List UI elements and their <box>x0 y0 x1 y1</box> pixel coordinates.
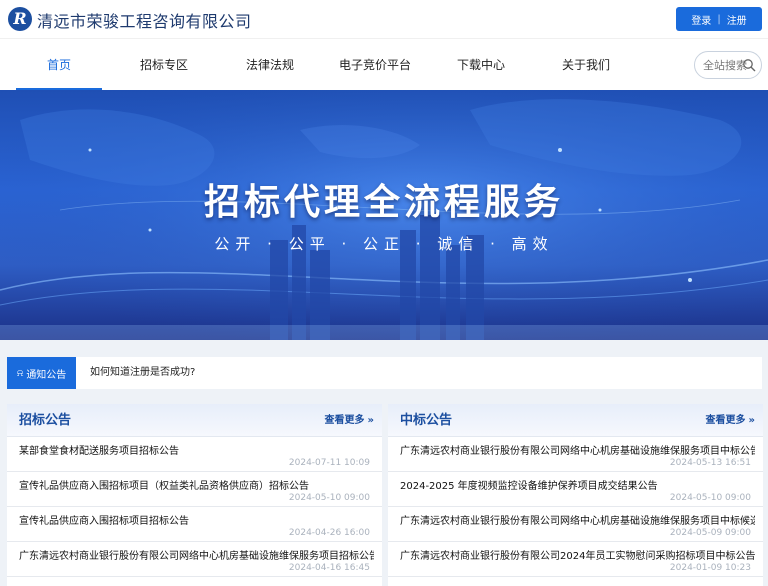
tender-announcements-panel: 招标公告 查看更多» 某部食堂食材配送服务项目招标公告 2024-07-11 1… <box>7 404 382 586</box>
list-item-date: 2024-04-16 16:45 <box>288 563 370 573</box>
list-item-date: 2024-05-09 09:00 <box>669 528 751 538</box>
list-item[interactable]: 广东清远农村商业银行股份有限公司网络中心机房基础设施维保服务项目中标公告 202… <box>388 437 763 472</box>
bell-icon: ⍾ <box>16 367 24 379</box>
list-item-date: 2024-05-10 09:00 <box>288 493 370 503</box>
company-logo[interactable]: R <box>8 7 32 31</box>
list-item-title[interactable]: 某部食堂食材配送服务项目招标公告 <box>19 442 374 457</box>
company-name: 清远市荣骏工程咨询有限公司 <box>37 12 252 31</box>
double-chevron-right-icon: » <box>748 415 755 426</box>
panel-header: 招标公告 查看更多» <box>7 404 382 437</box>
list-item-title[interactable]: 2024-2025 年度视频监控设备维护保养项目成交结果公告 <box>400 477 755 492</box>
list-item-date: 2024-05-10 09:00 <box>669 493 751 503</box>
award-announcements-panel: 中标公告 查看更多» 广东清远农村商业银行股份有限公司网络中心机房基础设施维保服… <box>388 404 763 586</box>
register-button[interactable]: 注册 <box>721 12 753 27</box>
nav-item-home[interactable]: 首页 <box>16 39 102 91</box>
view-more-link[interactable]: 查看更多» <box>706 404 755 437</box>
banner-title: 招标代理全流程服务 <box>203 182 564 223</box>
list-item-title[interactable]: 广东清远农村商业银行股份有限公司网络中心机房基础设施维保服务项目中标候选人公示 <box>400 512 755 527</box>
nav-item-bidding-platform[interactable]: 电子竞价平台 <box>332 39 418 91</box>
view-more-label: 查看更多 <box>324 415 365 426</box>
list-item-date: 2024-01-09 10:23 <box>669 563 751 573</box>
list-item[interactable]: 2024-2025 年度视频监控设备维护保养项目成交结果公告 2024-05-1… <box>388 472 763 507</box>
double-chevron-right-icon: » <box>367 415 374 426</box>
auth-separator: | <box>717 13 721 25</box>
site-header: R 清远市荣骏工程咨询有限公司 登录 | 注册 <box>0 0 768 38</box>
view-more-link[interactable]: 查看更多» <box>325 404 374 437</box>
notice-bar: ⍾ 通知公告 如何知道注册是否成功? <box>7 357 762 389</box>
logo-letter: R <box>13 9 27 28</box>
list-item[interactable]: 广东清远农村商业银行股份有限公司网络中心机房基础设施维保服务项目招标公告 202… <box>7 542 382 577</box>
list-item-date: 2024-04-26 16:00 <box>288 528 370 538</box>
list-item[interactable]: 宣传礼品供应商入围招标项目招标公告 2024-04-26 16:00 <box>7 507 382 542</box>
notice-link[interactable]: 如何知道注册是否成功? <box>90 357 195 389</box>
list-item[interactable]: 宣传礼品供应商入围招标项目（权益类礼品资格供应商）招标公告 2024-05-10… <box>7 472 382 507</box>
panel-title: 中标公告 <box>400 413 453 428</box>
nav-item-downloads[interactable]: 下载中心 <box>438 39 524 91</box>
auth-button-group: 登录 | 注册 <box>676 7 762 31</box>
list-item[interactable]: 广东清远农村商业银行股份有限公司2024年员工实物慰问采购招标项目中标公告 20… <box>388 542 763 577</box>
list-item-date: 2024-07-11 10:09 <box>288 458 370 468</box>
login-button[interactable]: 登录 <box>685 12 717 27</box>
list-item-title[interactable]: 广东清远农村商业银行股份有限公司2024年员工实物慰问采购招标项目中标公告 <box>400 547 755 562</box>
notice-tag[interactable]: ⍾ 通知公告 <box>7 357 76 389</box>
nav-item-tender-zone[interactable]: 招标专区 <box>121 39 207 91</box>
hero-banner: 招标代理全流程服务 公开 · 公平 · 公正 · 诚信 · 高效 <box>0 90 768 340</box>
panel-title: 招标公告 <box>19 413 72 428</box>
list-item-title[interactable]: 广东清远农村商业银行股份有限公司网络中心机房基础设施维保服务项目招标公告 <box>19 547 374 562</box>
notice-tag-label: 通知公告 <box>26 369 67 381</box>
list-item-title[interactable]: 宣传礼品供应商入围招标项目招标公告 <box>19 512 374 527</box>
site-search <box>694 51 762 79</box>
panel-header: 中标公告 查看更多» <box>388 404 763 437</box>
nav-item-about[interactable]: 关于我们 <box>543 39 629 91</box>
search-input[interactable] <box>703 58 747 72</box>
view-more-label: 查看更多 <box>705 415 746 426</box>
list-item[interactable]: 某部食堂食材配送服务项目招标公告 2024-07-11 10:09 <box>7 437 382 472</box>
search-icon[interactable] <box>742 58 756 72</box>
list-item-title[interactable]: 宣传礼品供应商入围招标项目（权益类礼品资格供应商）招标公告 <box>19 477 374 492</box>
list-item-date: 2024-05-13 16:51 <box>669 458 751 468</box>
nav-item-laws[interactable]: 法律法规 <box>227 39 313 91</box>
banner-subtitle: 公开 · 公平 · 公正 · 诚信 · 高效 <box>214 235 554 253</box>
list-item[interactable]: 广东清远农村商业银行股份有限公司网络中心机房基础设施维保服务项目中标候选人公示 … <box>388 507 763 542</box>
main-nav: 首页 招标专区 法律法规 电子竞价平台 下载中心 关于我们 <box>0 38 768 91</box>
list-item-title[interactable]: 广东清远农村商业银行股份有限公司网络中心机房基础设施维保服务项目中标公告 <box>400 442 755 457</box>
